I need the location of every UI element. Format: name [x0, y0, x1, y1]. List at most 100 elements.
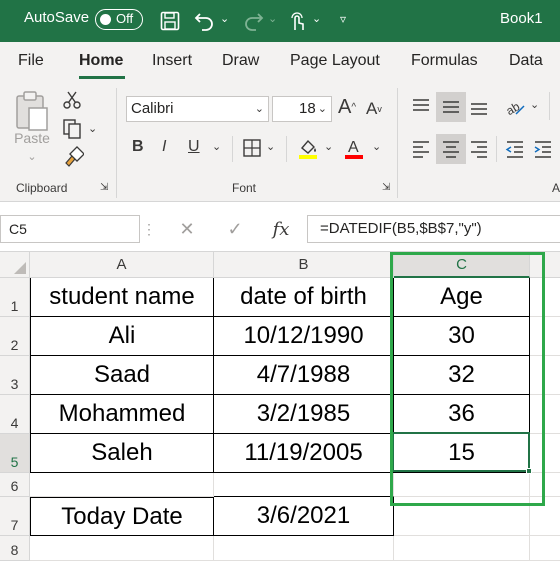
row-header-1[interactable]: 1 [0, 278, 30, 317]
row-header-7[interactable]: 7 [0, 497, 30, 536]
bottom-align-icon[interactable] [468, 96, 490, 118]
paste-label[interactable]: Paste [14, 130, 50, 146]
row-header-3[interactable]: 3 [0, 356, 30, 395]
align-center-button[interactable] [436, 134, 466, 164]
font-name-value: Calibri [131, 100, 174, 117]
name-box-value: C5 [9, 221, 27, 237]
undo-icon[interactable] [194, 11, 216, 31]
paste-dropdown-icon[interactable]: ⌄ [24, 150, 40, 163]
insert-function-button[interactable]: fx [266, 215, 296, 243]
middle-align-button[interactable] [436, 92, 466, 122]
top-align-icon[interactable] [410, 96, 432, 118]
cell-b3[interactable]: 4/7/1988 [214, 356, 394, 395]
orientation-icon[interactable]: ab [504, 94, 528, 118]
autosave-toggle[interactable]: Off [95, 9, 143, 30]
active-tab-indicator [79, 76, 125, 79]
underline-button[interactable]: U [188, 138, 200, 156]
font-color-icon[interactable]: A [342, 136, 366, 160]
increase-indent-icon[interactable] [532, 138, 554, 160]
tab-formulas[interactable]: Formulas [411, 52, 478, 70]
copy-icon[interactable] [62, 118, 84, 140]
cell-a1[interactable]: student name [30, 278, 214, 317]
cell-c8[interactable] [394, 536, 530, 561]
row-header-4[interactable]: 4 [0, 395, 30, 434]
font-name-select[interactable]: Calibri ⌄ [126, 96, 269, 122]
redo-icon[interactable] [242, 11, 264, 31]
cell-b2[interactable]: 10/12/1990 [214, 317, 394, 356]
workbook-title: Book1 [500, 10, 543, 27]
touch-mode-icon[interactable] [288, 10, 306, 32]
toggle-knob [100, 13, 111, 25]
font-launcher-icon[interactable]: ⇲ [382, 182, 390, 193]
ribbon-separator [286, 136, 287, 162]
tab-insert[interactable]: Insert [152, 52, 192, 70]
svg-text:ab: ab [504, 99, 522, 118]
cell-b5[interactable]: 11/19/2005 [214, 434, 394, 473]
name-box[interactable]: C5 [0, 215, 140, 243]
cell-a3[interactable]: Saad [30, 356, 214, 395]
orientation-dropdown-icon[interactable]: ⌄ [530, 98, 539, 111]
row-header-5[interactable]: 5 [0, 434, 30, 473]
fill-color-icon[interactable] [296, 136, 320, 160]
font-size-value: 18 [299, 100, 316, 117]
column-header-b[interactable]: B [214, 252, 394, 278]
font-color-dropdown-icon[interactable]: ⌄ [372, 140, 381, 153]
ribbon: Paste ⌄ ⌄ Clipboard ⇲ Calibri ⌄ 18 ⌄ A ^ … [0, 80, 560, 202]
row-header-2[interactable]: 2 [0, 317, 30, 356]
touch-dropdown-icon[interactable]: ⌄ [312, 12, 321, 25]
cell-b1[interactable]: date of birth [214, 278, 394, 317]
cell-a6[interactable] [30, 473, 214, 497]
shrink-font-button[interactable]: Av [366, 99, 382, 119]
row-header-6[interactable]: 6 [0, 473, 30, 497]
save-icon[interactable] [160, 11, 180, 31]
underline-dropdown-icon[interactable]: ⌄ [212, 140, 221, 153]
cell-a8[interactable] [30, 536, 214, 561]
cell-a7[interactable]: Today Date [30, 497, 214, 536]
ribbon-separator [397, 88, 398, 198]
paste-icon[interactable] [14, 90, 50, 132]
cut-icon[interactable] [62, 90, 82, 110]
clipboard-launcher-icon[interactable]: ⇲ [100, 182, 108, 193]
borders-dropdown-icon[interactable]: ⌄ [266, 140, 275, 153]
formula-input[interactable]: =DATEDIF(B5,$B$7,"y") [307, 215, 560, 243]
title-bar: AutoSave Off ⌄ ⌄ ⌄ ▿ Book1 [0, 0, 560, 42]
tab-data[interactable]: Data [509, 52, 543, 70]
select-all-icon [14, 262, 26, 274]
customize-toolbar-icon[interactable]: ▿ [340, 12, 346, 26]
alignment-group-label: A [552, 181, 560, 195]
undo-dropdown-icon[interactable]: ⌄ [220, 12, 229, 25]
bold-button[interactable]: B [132, 138, 144, 156]
enter-icon[interactable]: ✓ [220, 215, 250, 243]
cell-b7[interactable]: 3/6/2021 [214, 497, 394, 536]
align-center-icon [443, 141, 459, 158]
cell-a4[interactable]: Mohammed [30, 395, 214, 434]
align-left-icon[interactable] [410, 138, 432, 160]
copy-dropdown-icon[interactable]: ⌄ [88, 122, 97, 135]
tab-page-layout[interactable]: Page Layout [290, 52, 380, 70]
select-all-corner[interactable] [0, 252, 30, 278]
tab-file[interactable]: File [18, 52, 44, 70]
formula-bar-more-icon[interactable]: ⋮ [142, 215, 156, 243]
format-painter-icon[interactable] [62, 146, 84, 168]
grow-font-button[interactable]: A ^ [338, 96, 356, 119]
decrease-indent-icon[interactable] [504, 138, 526, 160]
cell-b6[interactable] [214, 473, 394, 497]
tab-home[interactable]: Home [79, 52, 123, 70]
svg-text:A: A [348, 139, 359, 156]
tab-draw[interactable]: Draw [222, 52, 259, 70]
cell-d8[interactable] [530, 536, 560, 561]
cell-b4[interactable]: 3/2/1985 [214, 395, 394, 434]
cell-b8[interactable] [214, 536, 394, 561]
borders-icon[interactable] [242, 138, 262, 158]
italic-button[interactable]: I [162, 138, 166, 156]
align-right-icon[interactable] [468, 138, 490, 160]
cell-a5[interactable]: Saleh [30, 434, 214, 473]
column-header-a[interactable]: A [30, 252, 214, 278]
autosave-label: AutoSave [24, 9, 90, 26]
font-size-select[interactable]: 18 ⌄ [272, 96, 332, 122]
cell-a2[interactable]: Ali [30, 317, 214, 356]
redo-dropdown-icon[interactable]: ⌄ [268, 12, 277, 25]
fill-color-dropdown-icon[interactable]: ⌄ [324, 140, 333, 153]
row-header-8[interactable]: 8 [0, 536, 30, 561]
cancel-icon[interactable]: ✕ [172, 215, 202, 243]
